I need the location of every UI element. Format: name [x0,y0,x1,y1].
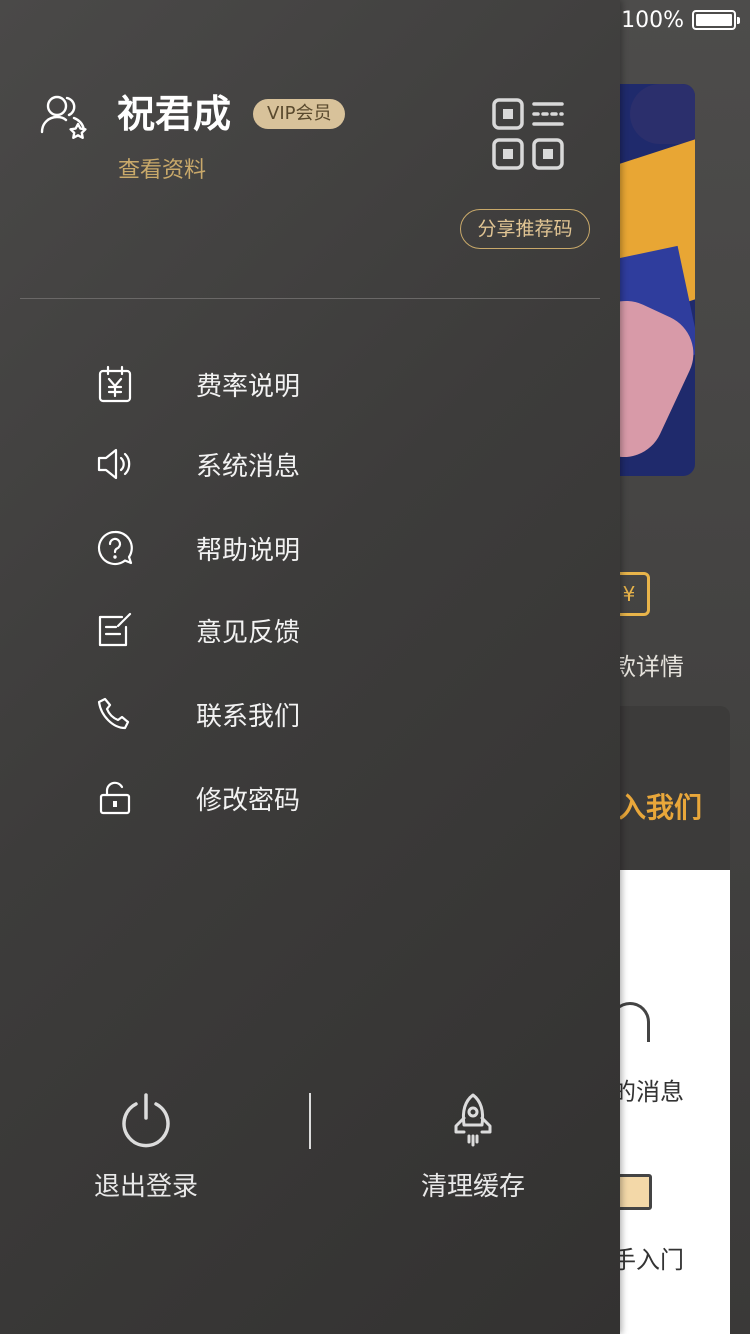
divider [20,298,600,299]
menu-label: 联系我们 [196,701,301,732]
yen-calendar-icon [96,365,134,403]
battery-percent: 100% [621,7,684,33]
logout-label: 退出登录 [93,1172,198,1202]
power-icon [86,1092,206,1148]
bottom-divider [309,1093,311,1149]
menu-label: 费率说明 [196,371,301,402]
menu-label: 修改密码 [196,785,301,816]
menu-item-system-messages[interactable]: 系统消息 [96,442,516,486]
menu-item-feedback[interactable]: 意见反馈 [96,608,516,652]
menu-item-contact[interactable]: 联系我们 [96,692,516,736]
share-referral-button[interactable]: 分享推荐码 [460,209,590,249]
qr-code-icon[interactable] [490,96,566,172]
view-profile-link[interactable]: 查看资料 [118,152,206,184]
message-label: 的消息 [612,1078,684,1106]
menu-item-help[interactable]: 帮助说明 [96,526,516,570]
menu-label: 系统消息 [196,451,301,482]
payment-detail-label: 款详情 [612,653,684,681]
clear-cache-label: 清理缓存 [420,1172,525,1202]
side-drawer: 祝君成 VIP会员 查看资料 分享推荐码 费率说明 系统消息 帮助说明 意见反馈… [0,0,620,1334]
user-star-icon[interactable] [40,92,92,140]
help-icon [96,529,134,567]
user-name: 祝君成 [117,92,232,136]
menu-item-change-password[interactable]: 修改密码 [96,776,516,820]
battery-icon [692,10,740,30]
menu-label: 意见反馈 [196,617,301,648]
feedback-edit-icon [96,611,134,649]
vip-badge: VIP会员 [253,99,346,129]
logout-button[interactable]: 退出登录 [86,1092,206,1203]
menu-item-rate[interactable]: 费率说明 [96,362,516,406]
speaker-icon [96,445,134,483]
phone-icon [96,695,134,733]
unlock-icon [96,779,134,817]
rocket-icon [412,1092,534,1148]
clear-cache-button[interactable]: 清理缓存 [412,1092,534,1203]
menu-label: 帮助说明 [196,535,301,566]
join-label: 入我们 [618,791,703,824]
guide-label: 手入门 [612,1246,684,1274]
